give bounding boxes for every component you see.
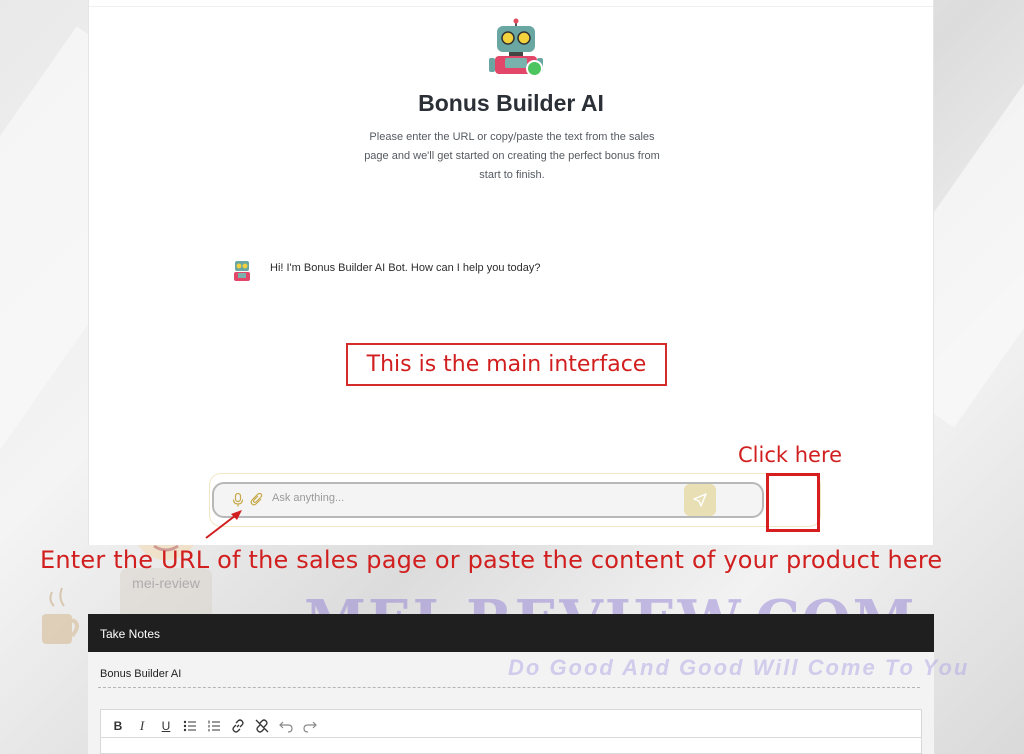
main-interface-annotation-text: This is the main interface [366,352,647,377]
notes-editor[interactable]: B I U [100,709,922,754]
editor-toolbar-divider [101,737,921,738]
watermark-badge: mei-review [132,575,201,591]
paperclip-icon[interactable] [250,493,264,507]
top-divider [89,6,933,7]
send-icon [693,493,707,507]
chat-input-container: Ask anything... [209,473,821,527]
watermark-tagline: Do Good And Good Will Come To You [508,655,970,680]
notes-header-title: Take Notes [100,627,161,641]
undo-icon[interactable] [279,719,293,733]
chat-input[interactable]: Ask anything... [212,482,764,518]
click-here-annotation: Click here [738,443,843,467]
numbered-list-icon[interactable] [207,719,221,733]
online-status-dot [526,60,543,77]
link-icon[interactable] [231,719,245,733]
notes-header: Take Notes [88,614,934,652]
bullet-list-icon[interactable] [183,719,197,733]
send-button[interactable] [684,484,716,516]
take-notes-panel: Take Notes Bonus Builder AI B I U [88,614,934,754]
bot-message: Hi! I'm Bonus Builder AI Bot. How can I … [270,262,541,274]
editor-toolbar: B I U [111,717,317,735]
bot-avatar-icon [234,261,250,281]
coffee-cup-icon [42,587,79,644]
underline-button[interactable]: U [159,719,173,733]
italic-button[interactable]: I [135,718,149,733]
page-title: Bonus Builder AI [418,90,604,116]
chat-input-placeholder: Ask anything... [272,492,345,504]
intro-text: Please enter the URL or copy/paste the t… [364,131,660,181]
annotation-arrow [205,510,242,539]
mic-icon[interactable] [232,493,244,507]
bold-button[interactable]: B [111,719,125,733]
enter-url-annotation: Enter the URL of the sales page or paste… [40,546,943,574]
send-button-highlight [766,473,820,532]
redo-icon[interactable] [303,719,317,733]
unlink-icon[interactable] [255,719,269,733]
main-interface-annotation: This is the main interface [346,343,667,386]
